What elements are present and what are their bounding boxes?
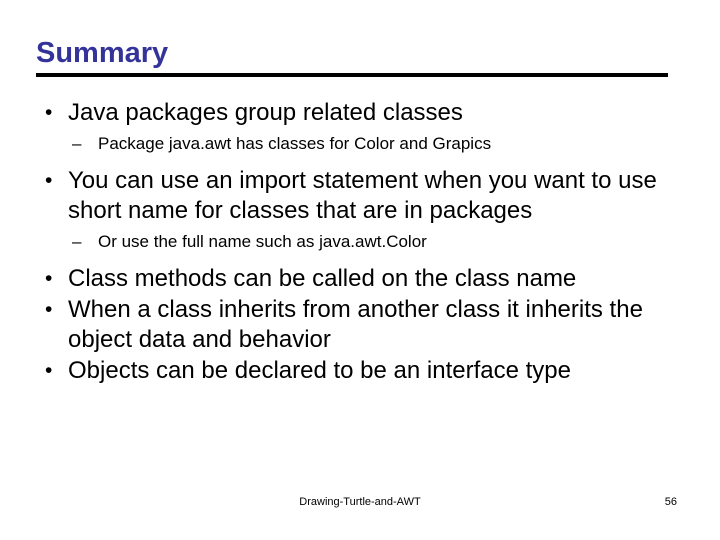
bullet-item: • When a class inherits from another cla… <box>36 295 684 355</box>
sub-bullet-item: – Or use the full name such as java.awt.… <box>36 229 684 255</box>
sub-bullet-text: Or use the full name such as java.awt.Co… <box>98 232 427 251</box>
bullet-marker-icon: • <box>45 298 53 321</box>
sub-bullet-item: – Package java.awt has classes for Color… <box>36 131 684 157</box>
page-title: Summary <box>36 37 169 69</box>
bullet-text: When a class inherits from another class… <box>68 296 643 353</box>
bullet-text: Java packages group related classes <box>68 99 463 126</box>
title-underline-rule <box>36 73 668 78</box>
bullet-text: You can use an import statement when you… <box>68 167 657 224</box>
bullet-marker-icon: • <box>45 169 53 192</box>
slide-page-number: 56 <box>664 496 677 508</box>
bullet-text: Class methods can be called on the class… <box>68 265 577 292</box>
bullet-marker-icon: • <box>45 359 53 382</box>
sub-bullet-text: Package java.awt has classes for Color a… <box>98 134 492 153</box>
slide-footer: Drawing-Turtle-and-AWT 56 <box>0 494 720 512</box>
bullet-item: • You can use an import statement when y… <box>36 166 684 226</box>
dash-marker-icon: – <box>72 232 82 251</box>
dash-marker-icon: – <box>72 134 82 153</box>
bullet-marker-icon: • <box>45 267 53 290</box>
slide-body: • Java packages group related classes – … <box>36 98 684 387</box>
footer-title-text: Drawing-Turtle-and-AWT <box>299 496 421 508</box>
title-block: Summary <box>36 37 668 78</box>
slide: Summary • Java packages group related cl… <box>0 0 720 540</box>
bullet-text: Objects can be declared to be an interfa… <box>68 357 571 384</box>
bullet-item: • Objects can be declared to be an inter… <box>36 356 684 386</box>
bullet-marker-icon: • <box>45 101 53 124</box>
bullet-item: • Java packages group related classes <box>36 98 684 128</box>
bullet-item: • Class methods can be called on the cla… <box>36 264 684 294</box>
